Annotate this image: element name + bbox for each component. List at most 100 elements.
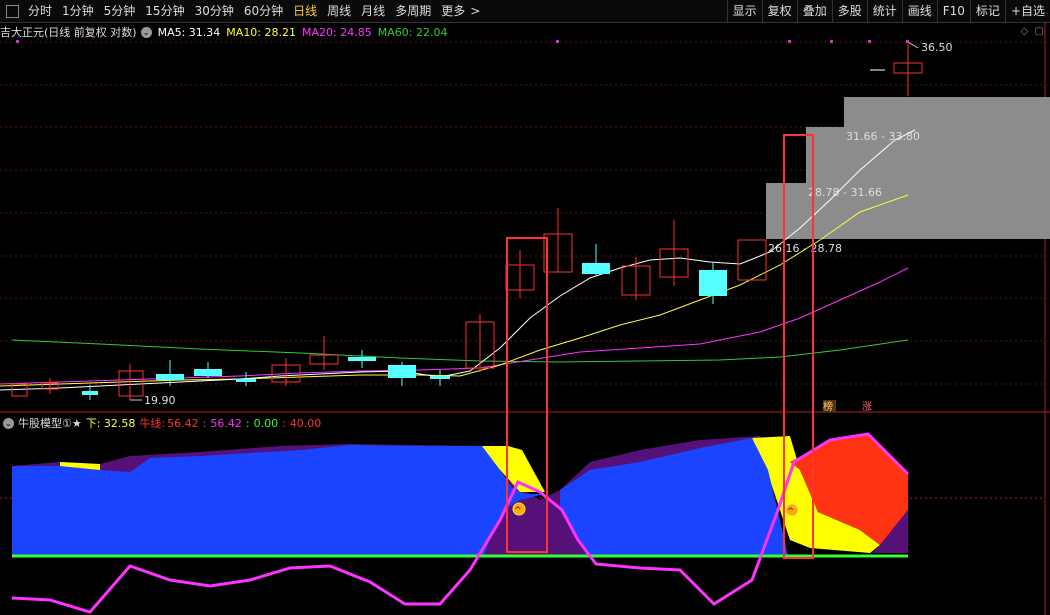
period-tab-0[interactable]: 分时: [23, 0, 57, 22]
signal-dot: [556, 40, 559, 43]
highlight-box: [783, 134, 814, 559]
price-zone-band: [766, 183, 1050, 239]
toolbar-button-7[interactable]: 标记: [969, 0, 1005, 22]
low-price-label: 19.90: [144, 394, 176, 407]
chevron-down-icon[interactable]: ⌄: [140, 26, 152, 38]
ma5-label: MA5: 31.34: [157, 25, 221, 39]
yellow-area: [60, 462, 100, 470]
indicator-v3: 40.00: [289, 416, 322, 430]
price-zone-band: [806, 127, 1050, 183]
window-toggle-icon[interactable]: [6, 4, 19, 18]
signal-dot: [868, 40, 871, 43]
indicator-v1: 56.42: [210, 416, 242, 430]
indicator-info: ⌄ 牛股模型①★ 下: 32.58 牛线: 56.42 : 56.42 : 0.…: [0, 415, 325, 431]
ma5-line: [0, 129, 916, 391]
chart-corner-icons: ◇ ▢: [1020, 26, 1044, 37]
ma60-line: [11, 339, 909, 363]
magenta-line: [11, 432, 910, 614]
signal-dot: [830, 40, 833, 43]
period-tab-7[interactable]: 周线: [322, 0, 356, 22]
indicator-name: 牛股模型①★: [18, 417, 82, 430]
toolbar-button-2[interactable]: 叠加: [796, 0, 832, 22]
period-toolbar: 分时 1分钟 5分钟 15分钟 30分钟 60分钟 日线 周线 月线 多周期 更多 > 显示 复权 叠加多…: [0, 0, 1050, 23]
period-tab-8[interactable]: 月线: [356, 0, 390, 22]
candlesticks: [11, 40, 923, 400]
period-tab-3[interactable]: 15分钟: [140, 0, 189, 22]
period-tab-10[interactable]: 更多: [436, 0, 470, 22]
bang-marker-bg: [823, 400, 836, 412]
toolbar-button-0[interactable]: 显示: [726, 0, 762, 22]
candle: [41, 382, 59, 390]
signal-dot: [788, 40, 791, 43]
period-tab-1[interactable]: 1分钟: [57, 0, 99, 22]
candle: [465, 321, 495, 369]
toolbar-button-4[interactable]: 统计: [866, 0, 902, 22]
period-tab-5[interactable]: 60分钟: [239, 0, 288, 22]
period-tab-4[interactable]: 30分钟: [190, 0, 239, 22]
bang-marker[interactable]: 榜: [823, 400, 833, 413]
indicator-niu-value: 56.42: [167, 416, 199, 430]
ma20-line: [0, 267, 909, 385]
highlight-box: [506, 237, 548, 553]
chevron-down-icon[interactable]: ⌄: [3, 417, 14, 429]
candle: [388, 365, 416, 378]
indicator-sep2: :: [245, 416, 250, 430]
high-pointer: [907, 41, 919, 49]
high-price-label: 36.50: [921, 41, 953, 54]
ma20-label: MA20: 24.85: [302, 25, 372, 39]
candle: [737, 239, 767, 281]
zhang-marker[interactable]: 涨: [862, 401, 872, 413]
yellow-area: [752, 436, 880, 553]
toolbar-button-5[interactable]: 画线: [901, 0, 937, 22]
toolbar-button-8[interactable]: +自选: [1004, 0, 1050, 22]
main-chart-info: 吉大正元(日线 前复权 对数) ⌄ MA5: 31.34 MA10: 28.21…: [0, 24, 453, 40]
candle: [118, 370, 144, 397]
candle: [505, 264, 535, 291]
indicator-sep3: :: [282, 416, 286, 430]
square-icon[interactable]: ▢: [1035, 26, 1044, 37]
indicator-down: 下: 32.58: [85, 417, 136, 430]
candle: [659, 248, 689, 278]
toolbar-button-3[interactable]: 多股: [831, 0, 867, 22]
purple-area: [12, 436, 760, 556]
indicator-niu-label: 牛线:: [139, 417, 166, 430]
buy-signal-icon[interactable]: [512, 502, 526, 516]
ma10-line: [0, 194, 909, 387]
signal-dots: [16, 40, 909, 43]
candle: [11, 383, 28, 397]
chart-canvas[interactable]: 31.66 - 33.80 28.78 - 31.66 26.16 - 28.7…: [0, 0, 1050, 615]
toolbar-button-6[interactable]: F10: [936, 0, 970, 22]
candle: [309, 354, 339, 365]
candle: [543, 233, 573, 273]
indicator-sep1: :: [202, 416, 207, 430]
yellow-area: [480, 446, 545, 492]
period-tab-9[interactable]: 多周期: [390, 0, 436, 22]
candle: [82, 391, 98, 395]
candle: [271, 364, 301, 383]
zone-label-3: 26.16 - 28.78: [768, 242, 842, 255]
candle: [893, 62, 923, 74]
stock-title: 吉大正元(日线 前复权 对数): [0, 26, 137, 39]
buy-signal-icon[interactable]: [785, 503, 799, 517]
purple-area: [872, 510, 908, 553]
more-arrow-icon[interactable]: >: [470, 0, 485, 22]
ma10-label: MA10: 28.21: [226, 25, 297, 39]
diamond-icon[interactable]: ◇: [1020, 26, 1028, 37]
blue-area: [560, 438, 788, 556]
indicator-v2: 0.00: [253, 416, 279, 430]
candle: [621, 265, 651, 296]
candle: [156, 374, 184, 380]
candle: [582, 263, 610, 274]
candle: [699, 270, 727, 296]
main-grid: [0, 41, 1050, 385]
period-tab-2[interactable]: 5分钟: [99, 0, 141, 22]
period-tab-6[interactable]: 日线: [288, 0, 322, 22]
buy-signal-icon-glyph: ^: [787, 507, 795, 517]
candle: [194, 369, 222, 376]
candle: [348, 357, 376, 361]
zone-label-2: 28.78 - 31.66: [808, 186, 882, 199]
toolbar-button-1[interactable]: 复权: [761, 0, 797, 22]
buy-signal-icon-glyph: ^: [514, 506, 522, 516]
ma60-label: MA60: 22.04: [377, 25, 448, 39]
candle: [430, 376, 450, 379]
